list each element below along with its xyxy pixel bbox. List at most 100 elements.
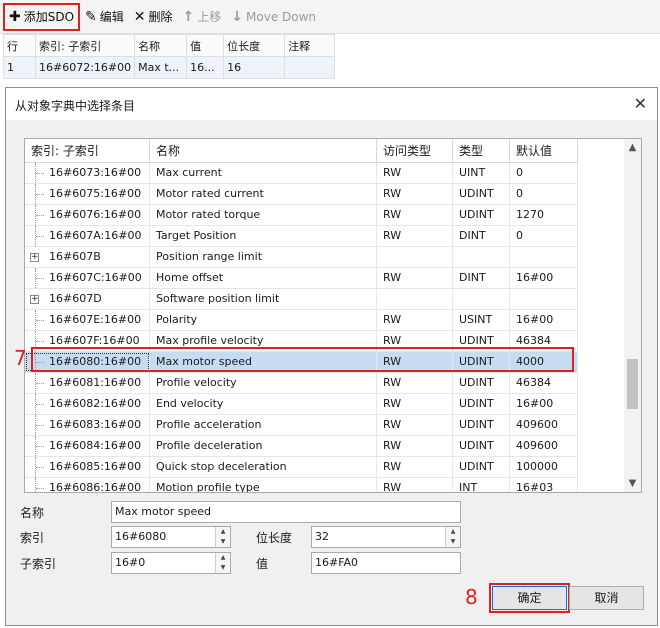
- cell-access: RW: [377, 373, 453, 393]
- table-row[interactable]: 16#6083:16#00 Profile acceleration RW UDINT…: [25, 415, 578, 436]
- table-row[interactable]: 16#607E:16#00 Polarity RW USINT 16#00: [25, 310, 578, 331]
- cell-default-text: 16#03: [516, 481, 554, 493]
- cell-name-text: Quick stop deceleration: [156, 460, 287, 473]
- index-spinner[interactable]: ▲ ▼: [215, 527, 230, 547]
- table-row[interactable]: 16#6076:16#00 Motor rated torque RW UDINT 12…: [25, 205, 578, 226]
- cell-name: Target Position: [150, 226, 377, 246]
- cell-type: UDINT: [453, 457, 510, 477]
- table-row[interactable]: 1 16#6072:16#00 Max t... 16... 16: [3, 56, 336, 79]
- move-down-button[interactable]: ↓ Move Down: [226, 4, 321, 30]
- tree-line-icon: [35, 478, 45, 492]
- cell-type: USINT: [453, 310, 510, 330]
- cell-access: RW: [377, 205, 453, 225]
- expand-plus-icon[interactable]: +: [30, 253, 39, 262]
- col-header-value: 值: [186, 34, 225, 57]
- cell-index: 16#6084:16#00: [25, 436, 150, 456]
- col-header-name[interactable]: 名称: [150, 139, 377, 163]
- cell-index: 16#6075:16#00: [25, 184, 150, 204]
- subindex-value: 16#0: [115, 556, 146, 569]
- subindex-spinner[interactable]: ▲ ▼: [215, 553, 230, 573]
- col-header-index[interactable]: 索引: 子索引: [25, 139, 150, 163]
- table-row[interactable]: 16#6081:16#00 Profile velocity RW UDINT 4638…: [25, 373, 578, 394]
- cell-row: 1: [3, 56, 36, 79]
- vertical-scrollbar[interactable]: ▲ ▼: [624, 139, 641, 492]
- cell-type-text: UDINT: [459, 397, 494, 410]
- cell-name: Profile velocity: [150, 373, 377, 393]
- step-marker-7: 7: [14, 346, 27, 370]
- tree-line-icon: [35, 394, 45, 414]
- table-row[interactable]: +16#607D Software position limit: [25, 289, 578, 310]
- cell-default-text: 0: [516, 229, 523, 242]
- scroll-thumb[interactable]: [627, 359, 638, 409]
- add-sdo-button[interactable]: ✚ 添加SDO: [3, 2, 81, 31]
- table-row[interactable]: 16#6075:16#00 Motor rated current RW UDINT 0: [25, 184, 578, 205]
- tree-line-icon: [35, 373, 45, 393]
- table-row[interactable]: 16#6073:16#00 Max current RW UINT 0: [25, 163, 578, 184]
- close-icon[interactable]: ✕: [634, 94, 647, 113]
- value-label: 值: [256, 557, 269, 571]
- cell-access-text: RW: [383, 187, 402, 200]
- cell-default-text: 409600: [516, 418, 558, 431]
- col-header-default[interactable]: 默认值: [510, 139, 578, 163]
- table-row[interactable]: 16#607A:16#00 Target Position RW DINT 0: [25, 226, 578, 247]
- cell-default: 16#00: [510, 310, 578, 330]
- cell-type: UDINT: [453, 184, 510, 204]
- spin-up-icon[interactable]: ▲: [446, 527, 460, 537]
- cell-type-text: UDINT: [459, 418, 494, 431]
- value-field[interactable]: 16#FA0: [311, 552, 461, 574]
- bitlen-spinner[interactable]: ▲ ▼: [445, 527, 460, 547]
- cell-name: Quick stop deceleration: [150, 457, 377, 477]
- cell-comment: [284, 56, 336, 79]
- table-row[interactable]: 16#6086:16#00 Motion profile type RW INT 16#…: [25, 478, 578, 493]
- scroll-down-arrow-icon[interactable]: ▼: [624, 475, 641, 492]
- cell-index-text: 16#607E:16#00: [49, 313, 142, 326]
- cell-name-text: Motor rated current: [156, 187, 264, 200]
- name-field[interactable]: Max motor speed: [111, 501, 461, 523]
- tree-line-icon: [35, 436, 45, 456]
- cell-access: RW: [377, 478, 453, 492]
- table-row[interactable]: 16#6085:16#00 Quick stop deceleration RW UD…: [25, 457, 578, 478]
- cell-default-text: 100000: [516, 460, 558, 473]
- spin-down-icon[interactable]: ▼: [216, 537, 230, 547]
- col-header-access[interactable]: 访问类型: [377, 139, 453, 163]
- cell-access: RW: [377, 163, 453, 183]
- spin-down-icon[interactable]: ▼: [216, 563, 230, 573]
- table-row[interactable]: 16#6082:16#00 End velocity RW UDINT 16#00: [25, 394, 578, 415]
- bitlen-value: 32: [315, 530, 329, 543]
- ok-button[interactable]: 确定: [492, 586, 567, 610]
- edit-button[interactable]: ✎ 编辑: [80, 4, 129, 30]
- spin-up-icon[interactable]: ▲: [216, 527, 230, 537]
- bitlen-stepper[interactable]: 32 ▲ ▼: [311, 526, 461, 548]
- expand-plus-icon[interactable]: +: [30, 295, 39, 304]
- move-up-button[interactable]: ↑ 上移: [178, 4, 227, 30]
- cell-default: 16#00: [510, 394, 578, 414]
- arrow-down-icon: ↓: [231, 8, 244, 25]
- object-dictionary-grid[interactable]: 16#6073:16#00 Max current RW UINT 0 16#6075:1…: [24, 138, 642, 493]
- scroll-up-arrow-icon[interactable]: ▲: [624, 139, 641, 156]
- cell-index-text: 16#607A:16#00: [49, 229, 142, 242]
- cell-index-text: 16#607B: [49, 250, 101, 263]
- cancel-button[interactable]: 取消: [569, 586, 644, 610]
- cell-name-text: Software position limit: [156, 292, 280, 305]
- sdo-table-header: 行 索引: 子索引 名称 值 位长度 注释: [3, 34, 336, 57]
- cell-index-text: 16#6081:16#00: [49, 376, 142, 389]
- index-value: 16#6080: [115, 530, 167, 543]
- cell-name: Polarity: [150, 310, 377, 330]
- spin-up-icon[interactable]: ▲: [216, 553, 230, 563]
- index-stepper[interactable]: 16#6080 ▲ ▼: [111, 526, 231, 548]
- col-header-type[interactable]: 类型: [453, 139, 510, 163]
- cell-access: RW: [377, 226, 453, 246]
- cell-default: 409600: [510, 436, 578, 456]
- name-label: 名称: [20, 506, 45, 520]
- table-row[interactable]: +16#607B Position range limit: [25, 247, 578, 268]
- subindex-label: 子索引: [20, 557, 57, 571]
- spin-down-icon[interactable]: ▼: [446, 537, 460, 547]
- table-row[interactable]: 16#607C:16#00 Home offset RW DINT 16#00: [25, 268, 578, 289]
- delete-button[interactable]: ✕ 删除: [129, 4, 178, 30]
- cell-default-text: 16#00: [516, 313, 554, 326]
- arrow-up-icon: ↑: [182, 8, 195, 25]
- cell-access: [377, 247, 453, 267]
- table-row[interactable]: 16#6084:16#00 Profile deceleration RW UDINT…: [25, 436, 578, 457]
- cell-name-text: Home offset: [156, 271, 224, 284]
- subindex-stepper[interactable]: 16#0 ▲ ▼: [111, 552, 231, 574]
